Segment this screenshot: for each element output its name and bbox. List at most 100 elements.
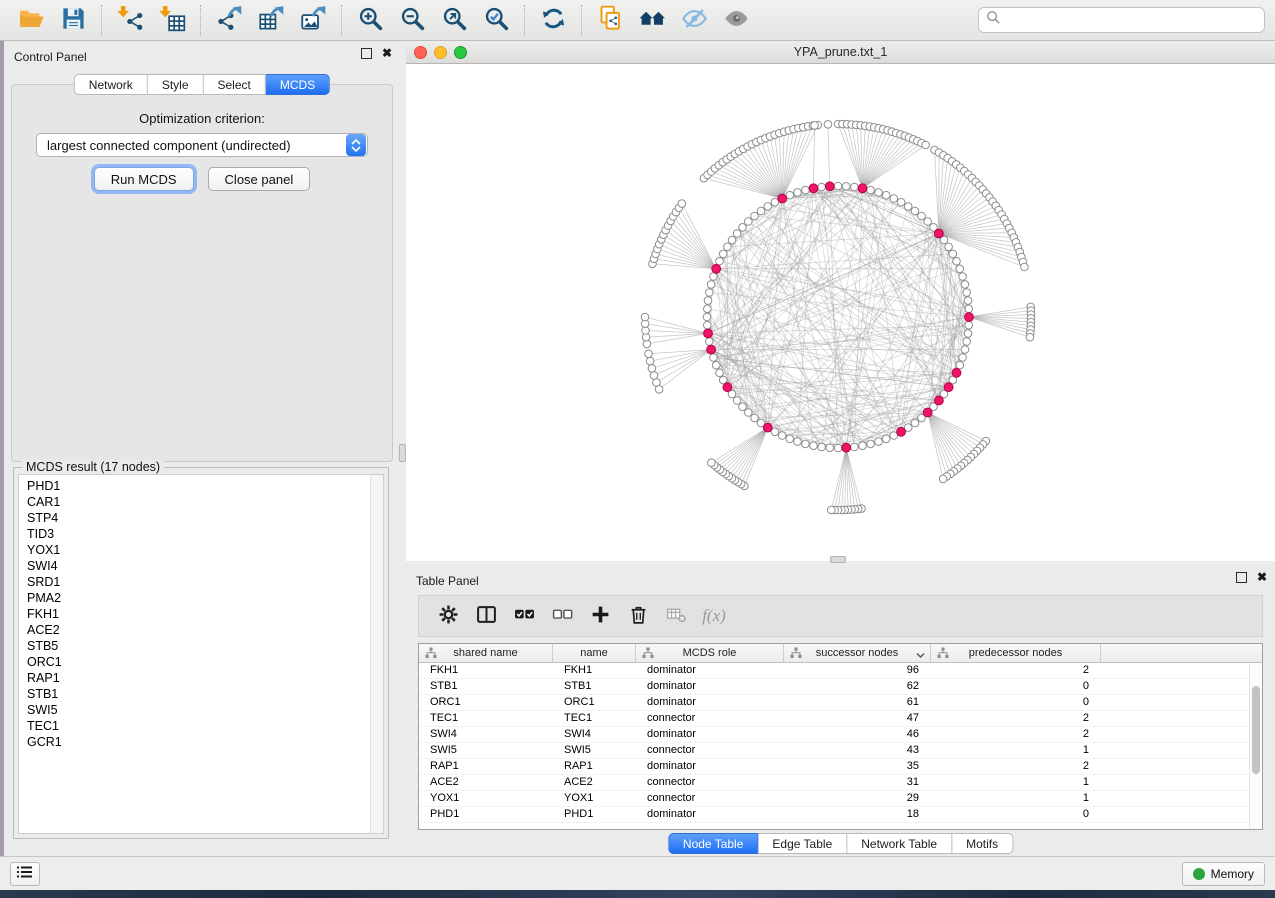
toolbar-separator [581,5,582,35]
column-header-predecessor-nodes[interactable]: predecessor nodes [931,644,1101,662]
table-scrollbar[interactable] [1249,664,1262,829]
mcds-list-scrollbar[interactable] [370,475,383,833]
export-table-button[interactable] [250,3,292,37]
export-network-button[interactable] [208,3,250,37]
mcds-result-item[interactable]: STB1 [19,686,369,702]
search-box[interactable] [978,7,1265,33]
sort-menu-icon[interactable] [916,650,925,662]
tab-network[interactable]: Network [74,74,148,95]
delete-column-button[interactable] [619,599,657,633]
table-tabs: Node TableEdge TableNetwork TableMotifs [668,833,1013,854]
close-table-panel-icon[interactable]: ✖ [1257,572,1267,583]
zoom-in-button[interactable] [349,3,391,37]
column-namespace-icon [937,647,949,662]
mcds-result-item[interactable]: SRD1 [19,574,369,590]
import-network-from-file-button[interactable] [109,3,151,37]
mcds-result-item[interactable]: SWI4 [19,558,369,574]
mcds-result-item[interactable]: STP4 [19,510,369,526]
run-mcds-button[interactable]: Run MCDS [94,167,194,191]
tab-motifs[interactable]: Motifs [952,833,1013,854]
table-row[interactable]: STB1STB1dominator620 [419,679,1262,695]
mcds-result-item[interactable]: STB5 [19,638,369,654]
network-canvas[interactable] [406,64,1275,561]
delete-table-icon [666,604,687,628]
table-row[interactable]: RAP1RAP1dominator352 [419,759,1262,775]
mcds-result-item[interactable]: PMA2 [19,590,369,606]
zoom-selected-button[interactable] [475,3,517,37]
cell-name: PHD1 [553,807,636,822]
table-row[interactable]: ACE2ACE2connector311 [419,775,1262,791]
node-table: shared namenameMCDS rolesuccessor nodes p… [418,643,1263,830]
cell-shared_name: FKH1 [419,663,553,678]
first-neighbors-button[interactable] [631,3,673,37]
table-row[interactable]: FKH1FKH1dominator962 [419,663,1262,679]
mcds-result-item[interactable]: ACE2 [19,622,369,638]
cell-role: dominator [636,807,784,822]
save-icon [60,5,87,35]
float-panel-icon[interactable] [361,48,372,59]
table-row[interactable]: SWI4SWI4dominator462 [419,727,1262,743]
tab-network-table[interactable]: Network Table [847,833,952,854]
column-label: predecessor nodes [969,647,1063,659]
mcds-result-item[interactable]: TID3 [19,526,369,542]
tab-select[interactable]: Select [204,74,266,95]
apply-layout-button[interactable] [532,3,574,37]
mcds-result-item[interactable]: CAR1 [19,494,369,510]
table-row[interactable]: ORC1ORC1dominator610 [419,695,1262,711]
column-header-name[interactable]: name [553,644,636,662]
duplicate-network-button[interactable] [589,3,631,37]
mcds-result-title: MCDS result (17 nodes) [22,460,164,474]
table-row[interactable]: PHD1PHD1dominator180 [419,807,1262,823]
table-row[interactable]: TEC1TEC1connector472 [419,711,1262,727]
import-table-from-file-button[interactable] [151,3,193,37]
column-header-shared-name[interactable]: shared name [419,644,553,662]
mcds-result-item[interactable]: PHD1 [19,478,369,494]
table-settings-button[interactable] [429,599,467,633]
vertical-splitter-handle[interactable] [399,444,406,462]
open-file-button[interactable] [10,3,52,37]
close-panel-button[interactable]: Close panel [208,167,311,191]
tab-edge-table[interactable]: Edge Table [758,833,847,854]
network-title: YPA_prune.txt_1 [406,45,1275,59]
list-icon [17,865,33,884]
tab-style[interactable]: Style [148,74,204,95]
zoom-fit-button[interactable] [433,3,475,37]
toolbar-button-group [10,3,757,37]
homes-icon [639,5,666,35]
zoom-out-button[interactable] [391,3,433,37]
mcds-result-item[interactable]: SWI5 [19,702,369,718]
add-column-button[interactable] [581,599,619,633]
horizontal-splitter-handle[interactable] [830,556,846,563]
hide-selected-button[interactable] [673,3,715,37]
cytoscape-window: Control Panel ✖ NetworkStyleSelectMCDS O… [0,0,1275,898]
table-row[interactable]: SWI5SWI5connector431 [419,743,1262,759]
save-session-button[interactable] [52,3,94,37]
export-image-button[interactable] [292,3,334,37]
eye-icon [723,5,750,35]
control-panel-title: Control Panel [14,50,87,64]
mcds-result-item[interactable]: RAP1 [19,670,369,686]
tab-node-table[interactable]: Node Table [668,833,759,854]
column-header-mcds-role[interactable]: MCDS role [636,644,784,662]
float-table-panel-icon[interactable] [1236,572,1247,583]
column-header-successor-nodes[interactable]: successor nodes [784,644,931,662]
show-all-button[interactable] [715,3,757,37]
table-row[interactable]: YOX1YOX1connector291 [419,791,1262,807]
tab-mcds[interactable]: MCDS [266,74,330,95]
mcds-result-item[interactable]: FKH1 [19,606,369,622]
show-columns-icon [476,604,497,628]
mcds-result-item[interactable]: ORC1 [19,654,369,670]
select-all-button[interactable] [505,599,543,633]
mcds-result-item[interactable]: YOX1 [19,542,369,558]
close-panel-icon[interactable]: ✖ [382,48,392,59]
search-input[interactable] [1001,13,1257,27]
mcds-result-item[interactable]: GCR1 [19,734,369,750]
task-history-button[interactable] [10,862,40,886]
show-columns-button[interactable] [467,599,505,633]
table-scrollbar-thumb[interactable] [1252,686,1260,774]
criterion-dropdown[interactable]: largest connected component (undirected) [36,133,368,157]
deselect-all-button[interactable] [543,599,581,633]
memory-button[interactable]: Memory [1182,862,1265,886]
mcds-result-item[interactable]: TEC1 [19,718,369,734]
mcds-result-list[interactable]: PHD1CAR1STP4TID3YOX1SWI4SRD1PMA2FKH1ACE2… [18,474,384,834]
